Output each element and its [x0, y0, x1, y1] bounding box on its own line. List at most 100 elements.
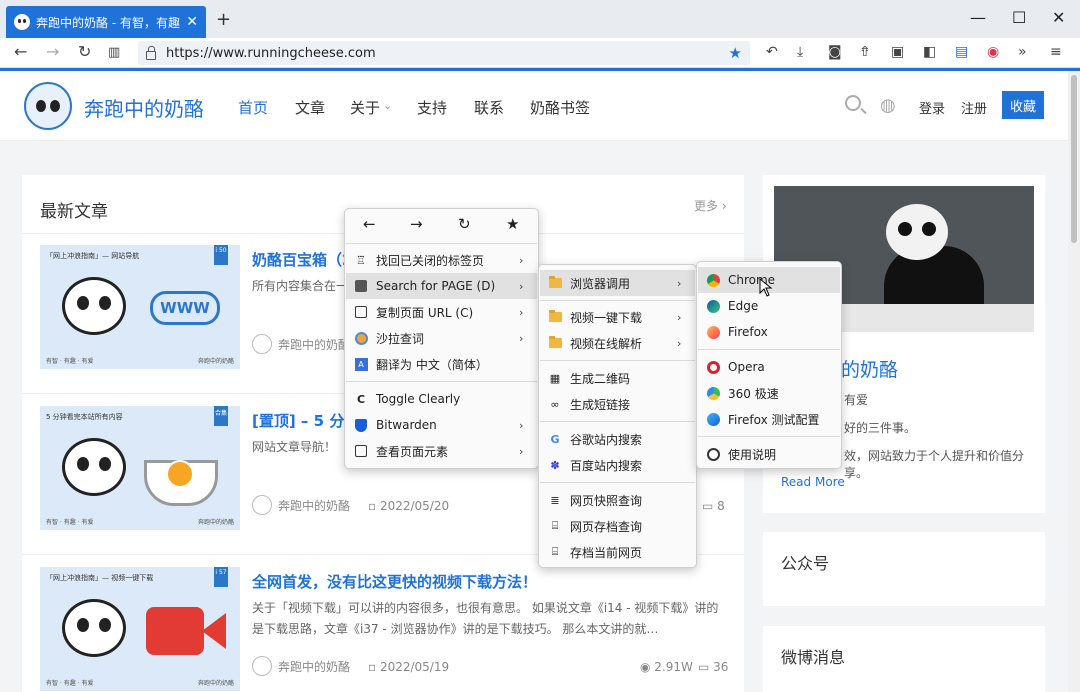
nav-contact[interactable]: 联系 — [474, 97, 504, 118]
reader-icon[interactable]: ▣ — [891, 44, 904, 60]
back-arrow-icon[interactable]: ← — [363, 215, 376, 233]
bookmark-star-icon[interactable]: ★ — [506, 215, 519, 233]
maximize-button[interactable]: ☐ — [1012, 8, 1026, 27]
menu-item-video-parse[interactable]: 视频在线解析 › — [540, 330, 695, 356]
article-title[interactable]: 奶酪百宝箱（2 — [252, 249, 352, 270]
sidebar-toggle-icon[interactable]: ▥ — [108, 45, 120, 60]
google-icon: G — [550, 432, 560, 446]
nav-support[interactable]: 支持 — [417, 97, 447, 118]
hamburger-menu-icon[interactable]: ≡ — [1050, 44, 1062, 60]
menu-item-copy-url[interactable]: 复制页面 URL (C) › — [346, 299, 537, 325]
avatar — [252, 656, 272, 676]
wechat-account-box: 公众号 — [763, 532, 1045, 606]
url-text[interactable]: https://www.runningcheese.com — [166, 46, 729, 61]
opera-icon — [706, 360, 720, 374]
menu-item-translate[interactable]: A 翻译为 中文（简体） — [346, 351, 537, 377]
tab-active[interactable]: 奔跑中的奶酪 - 有智，有趣，有爱 ✕ — [6, 6, 206, 38]
screenshot-icon[interactable]: ◙ — [828, 44, 842, 60]
menu-item-search-page[interactable]: Search for PAGE (D) › — [346, 273, 537, 299]
menu-item-saladict[interactable]: 沙拉查词 › — [346, 325, 537, 351]
baidu-paw-icon: ✽ — [550, 458, 560, 472]
menu-item-snapshot[interactable]: ≣ 网页快照查询 — [540, 487, 695, 513]
save-icon[interactable]: ▤ — [955, 44, 968, 60]
menu-item-opera[interactable]: Opera — [698, 354, 840, 380]
login-link[interactable]: 登录 — [919, 98, 945, 117]
saladict-icon — [354, 331, 368, 345]
register-link[interactable]: 注册 — [961, 98, 987, 117]
menu-item-360[interactable]: 360 极速 — [698, 380, 840, 406]
search-icon[interactable] — [845, 95, 861, 111]
menu-item-browser-call[interactable]: 浏览器调用 › — [540, 270, 695, 296]
video-camera-icon — [146, 607, 204, 655]
menu-item-qrcode[interactable]: ▦ 生成二维码 — [540, 365, 695, 391]
article-date: ▫ 2022/05/19 — [368, 660, 450, 674]
menu-item-google-search[interactable]: G 谷歌站内搜索 — [540, 426, 695, 452]
nav-bookmarks[interactable]: 奶酪书签 — [530, 97, 590, 118]
more-link[interactable]: 更多 › — [694, 197, 727, 214]
overflow-chevron-icon[interactable]: » — [1018, 44, 1027, 60]
bookmark-star-icon[interactable]: ★ — [729, 44, 742, 62]
site-name[interactable]: 奔跑中的奶酪 — [84, 93, 204, 122]
article-author[interactable]: 奔跑中的奶酪 — [252, 495, 350, 515]
section-title: 最新文章 — [40, 202, 108, 222]
panda-illustration-icon — [62, 438, 126, 496]
reload-icon[interactable]: ↻ — [78, 42, 91, 61]
qrcode-icon: ▦ — [549, 371, 561, 385]
panda-logo-icon[interactable] — [24, 82, 72, 130]
article-thumbnail[interactable]: 「网上冲浪指南」— 视频一键下载 i 57 有智 · 有趣 · 有爱 奔跑中的奶… — [40, 567, 240, 691]
close-tab-icon[interactable]: ✕ — [186, 14, 198, 30]
search-page-submenu: 浏览器调用 › 视频一键下载 › 视频在线解析 › ▦ 生成二维码 ∞ 生成短链接 G… — [538, 264, 697, 568]
nav-articles[interactable]: 文章 — [295, 97, 325, 118]
address-bar[interactable]: https://www.runningcheese.com ★ — [138, 41, 750, 65]
nav-home[interactable]: 首页 — [238, 97, 268, 118]
navigation-toolbar: ← → ↻ ▥ https://www.runningcheese.com ★ … — [0, 38, 1080, 68]
menu-item-baidu-search[interactable]: ✽ 百度站内搜索 — [540, 452, 695, 478]
article-author[interactable]: 奔跑中的奶酪 — [252, 656, 350, 676]
pocket-icon[interactable]: ◉ — [987, 44, 999, 60]
scrollbar-thumb[interactable] — [1071, 75, 1077, 243]
panda-favicon-icon — [14, 14, 30, 30]
reload-icon[interactable]: ↻ — [458, 215, 471, 233]
database-icon: ≣ — [550, 493, 560, 507]
360-browser-icon — [706, 386, 720, 400]
menu-item-firefox[interactable]: Firefox — [698, 319, 840, 345]
scrollbar[interactable] — [1068, 71, 1080, 692]
menu-item-inspect[interactable]: 查看页面元素 › — [346, 438, 537, 464]
new-tab-button[interactable]: + — [216, 9, 231, 30]
collect-button[interactable]: 收藏 — [1002, 91, 1044, 119]
download-icon[interactable]: ⤓ — [797, 44, 803, 60]
forward-arrow-icon[interactable]: → — [46, 42, 59, 61]
about-line: 效，网站致力于个人提升和价值分享。 — [844, 449, 1025, 480]
undo-close-icon[interactable]: ↶ — [766, 44, 778, 60]
article-title[interactable]: 全网首发，没有比这更快的视频下载方法！ — [252, 571, 537, 592]
menu-item-reopen-tab[interactable]: ♖ 找回已关闭的标签页 › — [346, 247, 537, 273]
clock-icon — [166, 460, 194, 488]
read-more-link[interactable]: Read More — [781, 475, 845, 489]
bitwarden-icon — [354, 418, 368, 432]
menu-item-firefox-profile[interactable]: Firefox 测试配置 — [698, 406, 840, 432]
menu-item-short-link[interactable]: ∞ 生成短链接 — [540, 391, 695, 417]
article-thumbnail[interactable]: 5 分钟看完本站所有内容 合集 有智 · 有趣 · 有爱 奔跑中的奶酪 — [40, 406, 240, 530]
menu-item-video-download[interactable]: 视频一键下载 › — [540, 304, 695, 330]
minimize-button[interactable]: — — [970, 8, 986, 27]
nav-about[interactable]: 关于 — [350, 97, 380, 118]
menu-item-archive-save[interactable]: ⌸ 存档当前网页 — [540, 539, 695, 565]
wechat-icon[interactable]: ◍ — [880, 95, 896, 116]
tab-title: 奔跑中的奶酪 - 有智，有趣，有爱 — [36, 15, 180, 30]
firefox-dev-icon — [706, 412, 720, 426]
article-date: ▫ 2022/05/20 — [368, 499, 450, 513]
window-close-button[interactable]: ✕ — [1052, 8, 1065, 27]
about-title: 的奶酪 — [841, 359, 899, 381]
bitwarden-icon[interactable]: ◧ — [923, 44, 936, 60]
menu-item-help[interactable]: 使用说明 — [698, 441, 840, 467]
menu-item-bitwarden[interactable]: Bitwarden › — [346, 412, 537, 438]
menu-item-toggle-clearly[interactable]: C Toggle Clearly — [346, 386, 537, 412]
forward-arrow-icon[interactable]: → — [410, 215, 423, 233]
menu-item-archive-query[interactable]: ⌸ 网页存档查询 — [540, 513, 695, 539]
tab-strip: 奔跑中的奶酪 - 有智，有趣，有爱 ✕ + — ☐ ✕ — [0, 0, 1080, 38]
rocket-icon[interactable]: ⇮ — [859, 44, 871, 60]
article-thumbnail[interactable]: 「网上冲浪指南」— 网站导航 i 50 WWW 有智 · 有趣 · 有爱 奔跑中… — [40, 245, 240, 369]
back-arrow-icon[interactable]: ← — [14, 42, 27, 61]
article-author[interactable]: 奔跑中的奶酪 — [252, 334, 350, 354]
about-line: 有爱 — [844, 393, 869, 407]
